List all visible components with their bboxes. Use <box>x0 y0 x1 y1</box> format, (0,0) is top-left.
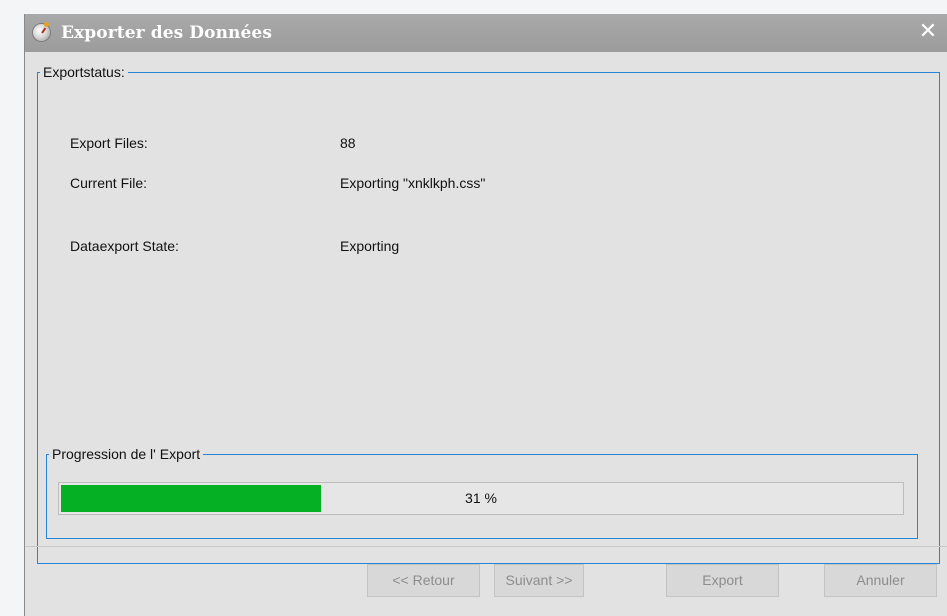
export-progress-bar: 31 % <box>58 482 904 515</box>
export-files-value: 88 <box>340 135 356 151</box>
current-file-value: Exporting "xnklkph.css" <box>340 175 486 191</box>
current-file-label: Current File: <box>70 175 148 191</box>
next-button[interactable]: Suivant >> <box>494 564 584 597</box>
export-app-icon <box>33 22 50 41</box>
export-progress-legend: Progression de l' Export <box>52 446 201 462</box>
title-bar[interactable]: Exporter des Données ✕ <box>25 14 947 52</box>
export-progress-percent: 31 % <box>465 490 497 506</box>
export-files-label: Export Files: <box>70 135 148 151</box>
export-status-legend: Exportstatus: <box>43 64 125 80</box>
dataexport-state-label: Dataexport State: <box>70 238 179 254</box>
window-title: Exporter des Données <box>61 23 273 43</box>
export-dialog: Exporter des Données ✕ Exportstatus: Exp… <box>24 14 947 616</box>
close-icon[interactable]: ✕ <box>916 18 940 46</box>
back-button[interactable]: << Retour <box>367 564 480 597</box>
export-progress-group: Progression de l' Export 31 % <box>46 446 918 539</box>
footer-separator <box>25 546 947 547</box>
export-button[interactable]: Export <box>666 564 779 597</box>
cancel-button[interactable]: Annuler <box>824 564 937 597</box>
dataexport-state-value: Exporting <box>340 238 400 254</box>
